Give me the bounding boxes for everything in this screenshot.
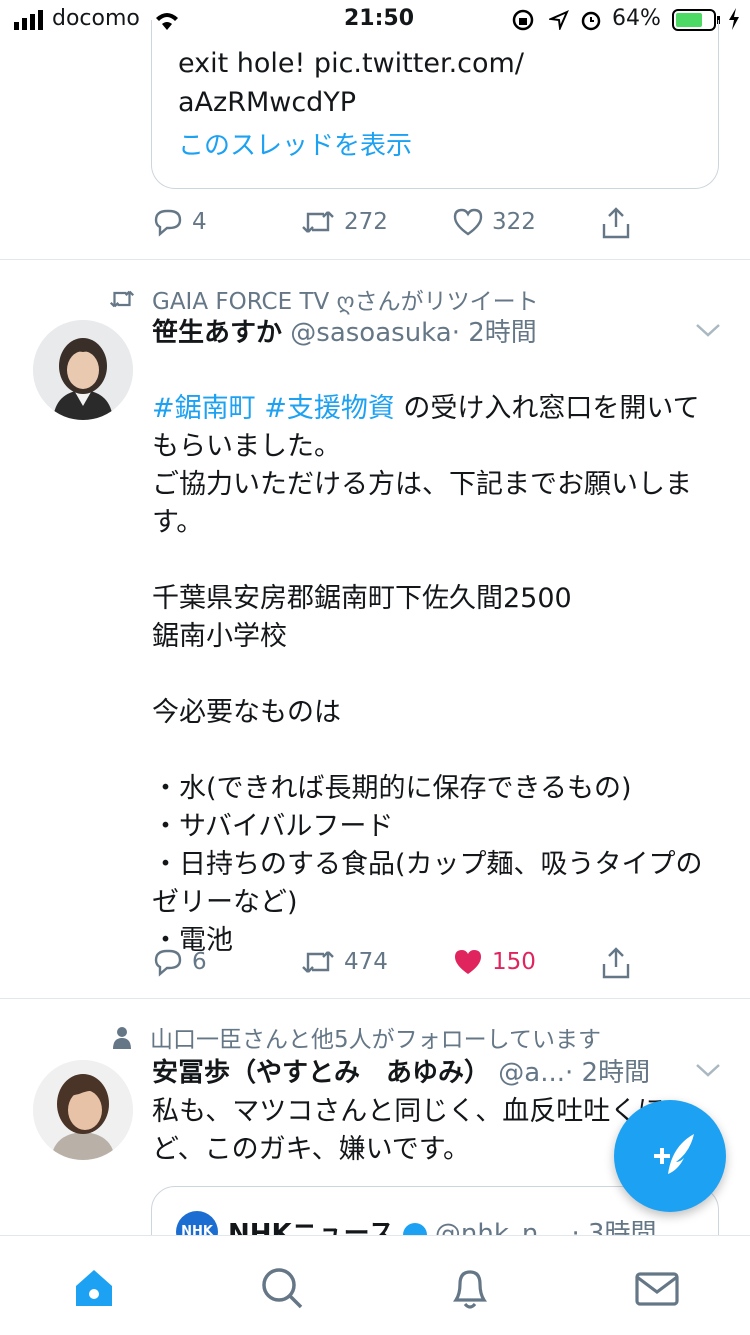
reply-icon [154,209,182,237]
follow-context: 山口一臣さんと他5人がフォローしています [112,1020,601,1054]
hashtag[interactable]: #鋸南町 [152,393,256,424]
hashtag[interactable]: #支援物資 [264,393,395,424]
like-count: 150 [492,949,536,975]
share-button[interactable] [600,206,632,240]
share-button[interactable] [600,946,632,980]
tab-bar [0,1235,750,1335]
divider [0,998,750,999]
tweet-header: 笹生あすか @sasoasuka· 2時間 [152,314,537,352]
reply-count: 4 [192,209,207,235]
tweet-body-first: の受け入れ窓口を開いて [394,393,700,424]
tweet-body-rest: もらいました。 ご協力いただける方は、下記までお願いしま す。 千葉県安房郡鋸南… [152,431,703,956]
avatar[interactable] [33,320,133,420]
handle[interactable]: @a... [498,1058,565,1088]
timestamp: · 2時間 [565,1058,651,1088]
bell-icon [453,1270,487,1309]
chevron-down-icon [696,324,720,337]
like-button[interactable]: 150 [452,946,536,978]
mail-icon [635,1272,679,1306]
reply-count: 6 [192,949,207,975]
timestamp: · 2時間 [451,318,537,348]
caret-menu[interactable] [694,1060,722,1084]
chevron-down-icon [696,1064,720,1077]
avatar[interactable] [33,1060,133,1160]
retweet-button[interactable]: 272 [300,206,388,238]
handle[interactable]: @sasoasuka [290,318,451,348]
retweet-button[interactable]: 474 [300,946,388,978]
reply-icon [154,949,182,977]
like-count: 322 [492,209,536,235]
retweet-icon [302,951,334,973]
home-icon [76,1270,112,1306]
retweet-icon [109,290,135,308]
person-icon [113,1027,131,1049]
tab-messages[interactable] [633,1264,681,1312]
like-button[interactable]: 322 [452,206,536,238]
retweet-icon [302,211,334,233]
reply-button[interactable]: 6 [152,946,207,978]
tweet-header: 安冨歩（やすとみ あゆみ） @a...· 2時間 [152,1054,650,1092]
show-thread-link[interactable]: このスレッドを表示 [178,128,412,164]
share-icon [602,207,630,239]
reply-button[interactable]: 4 [152,206,207,238]
thread-card[interactable]: exit hole! pic.twitter.com/ aAzRMwcdYP こ… [151,20,719,189]
display-name[interactable]: 笹生あすか [152,318,282,348]
tab-search[interactable] [258,1264,306,1312]
heart-icon [453,208,483,236]
signal-icon [14,10,48,36]
carrier-label: docomo [52,6,140,31]
follow-context-label: 山口一臣さんと他5人がフォローしています [150,1027,601,1053]
retweet-count: 474 [344,949,388,975]
tweet-body: #鋸南町 #支援物資 の受け入れ窓口を開いてもらいました。 ご協力いただける方は… [152,352,727,960]
compose-tweet-button[interactable] [614,1100,726,1212]
charging-icon [728,8,740,36]
search-icon [262,1268,303,1309]
tab-home[interactable] [70,1264,118,1312]
thread-card-text: exit hole! pic.twitter.com/ aAzRMwcdYP [178,48,524,118]
retweet-context-label: GAIA FORCE TV ღさんがリツイート [152,289,539,315]
share-icon [602,947,630,979]
tab-notifications[interactable] [446,1264,494,1312]
retweet-context: GAIA FORCE TV ღさんがリツイート [108,282,539,316]
heart-filled-icon [455,950,481,974]
compose-icon [654,1134,694,1174]
retweet-count: 272 [344,209,388,235]
display-name[interactable]: 安冨歩（やすとみ あゆみ） [152,1058,490,1088]
divider [0,259,750,260]
caret-menu[interactable] [694,320,722,344]
